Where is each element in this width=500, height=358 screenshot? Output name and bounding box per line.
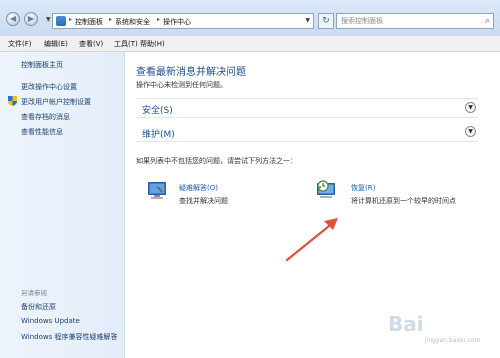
chevron-down-icon[interactable]: ▼	[465, 102, 476, 113]
section-security[interactable]: 安全(S) ▼	[136, 99, 478, 118]
control-panel-icon	[56, 16, 66, 26]
see-also-header: 另请参阅	[21, 289, 47, 297]
breadcrumb[interactable]: ▸ 控制面板 ▸ 系统和安全 ▸ 操作中心 ▼	[52, 13, 314, 29]
recovery-link[interactable]: 恢复(R)	[351, 183, 375, 193]
sidebar-item-uac-settings[interactable]: 更改用户帐户控制设置	[21, 97, 91, 107]
menu-tools[interactable]: 工具(T)	[114, 39, 138, 49]
forward-button[interactable]: ▶	[24, 12, 38, 26]
uac-shield-icon	[8, 96, 17, 106]
search-icon[interactable]: ⌕	[485, 14, 490, 28]
breadcrumb-separator-icon[interactable]: ▸	[109, 16, 112, 23]
baidu-watermark-logo: Bai	[388, 312, 424, 336]
search-placeholder: 搜索控制面板	[341, 17, 383, 25]
cant-find-text: 如果列表中不包括您的问题，请尝试下列方法之一：	[136, 157, 297, 165]
page-subtitle: 操作中心未检测到任何问题。	[136, 81, 227, 89]
sidebar: 控制面板主页 更改操作中心设置 更改用户帐户控制设置 查看存档的消息 查看性能信…	[0, 52, 125, 358]
breadcrumb-action-center[interactable]: 操作中心	[163, 17, 191, 27]
section-maintenance[interactable]: 维护(M) ▼	[136, 123, 478, 142]
menu-edit[interactable]: 编辑(E)	[44, 39, 68, 49]
see-also-windows-update[interactable]: Windows Update	[21, 317, 80, 325]
address-bar: ◀ ▶ ▼ ▸ 控制面板 ▸ 系统和安全 ▸ 操作中心 ▼ ↻ 搜索控制面板 ⌕	[0, 0, 500, 36]
troubleshooting-link[interactable]: 疑难解答(O)	[179, 183, 218, 193]
breadcrumb-separator-icon[interactable]: ▸	[157, 16, 160, 23]
section-maintenance-label: 维护(M)	[142, 130, 175, 140]
recovery-desc: 将计算机还原到一个较早的时间点	[351, 197, 456, 205]
section-security-label: 安全(S)	[142, 106, 173, 116]
see-also-backup-restore[interactable]: 备份和还原	[21, 302, 56, 312]
troubleshooting-desc: 查找并解决问题	[179, 197, 228, 205]
sidebar-home-link[interactable]: 控制面板主页	[21, 60, 63, 70]
breadcrumb-system-security[interactable]: 系统和安全	[115, 17, 150, 27]
recent-pages-dropdown-icon[interactable]: ▼	[46, 16, 51, 23]
refresh-button[interactable]: ↻	[318, 13, 334, 29]
chevron-down-icon[interactable]: ▼	[465, 126, 476, 137]
breadcrumb-separator-icon[interactable]: ▸	[69, 16, 72, 23]
sidebar-item-change-settings[interactable]: 更改操作中心设置	[21, 82, 77, 92]
menu-file[interactable]: 文件(F)	[8, 39, 32, 49]
search-input[interactable]: 搜索控制面板 ⌕	[336, 13, 494, 29]
address-dropdown-icon[interactable]: ▼	[305, 17, 310, 24]
menu-bar: 文件(F) 编辑(E) 查看(V) 工具(T) 帮助(H)	[0, 36, 500, 52]
menu-help[interactable]: 帮助(H)	[140, 39, 165, 49]
recovery-icon[interactable]	[315, 179, 337, 201]
back-button[interactable]: ◀	[6, 12, 20, 26]
troubleshooting-icon[interactable]	[146, 179, 168, 201]
baidu-watermark-url: jingyan.baidu.com	[425, 337, 481, 344]
menu-view[interactable]: 查看(V)	[79, 39, 103, 49]
sidebar-item-archived-messages[interactable]: 查看存档的消息	[21, 112, 70, 122]
page-title: 查看最新消息并解决问题	[136, 67, 246, 78]
see-also-compat-troubleshooter[interactable]: Windows 程序兼容性疑难解答	[21, 332, 117, 342]
annotation-arrow	[285, 218, 338, 262]
breadcrumb-control-panel[interactable]: 控制面板	[75, 17, 103, 27]
main-panel: 查看最新消息并解决问题 操作中心未检测到任何问题。 安全(S) ▼ 维护(M) …	[125, 52, 500, 358]
sidebar-item-performance-info[interactable]: 查看性能信息	[21, 127, 63, 137]
